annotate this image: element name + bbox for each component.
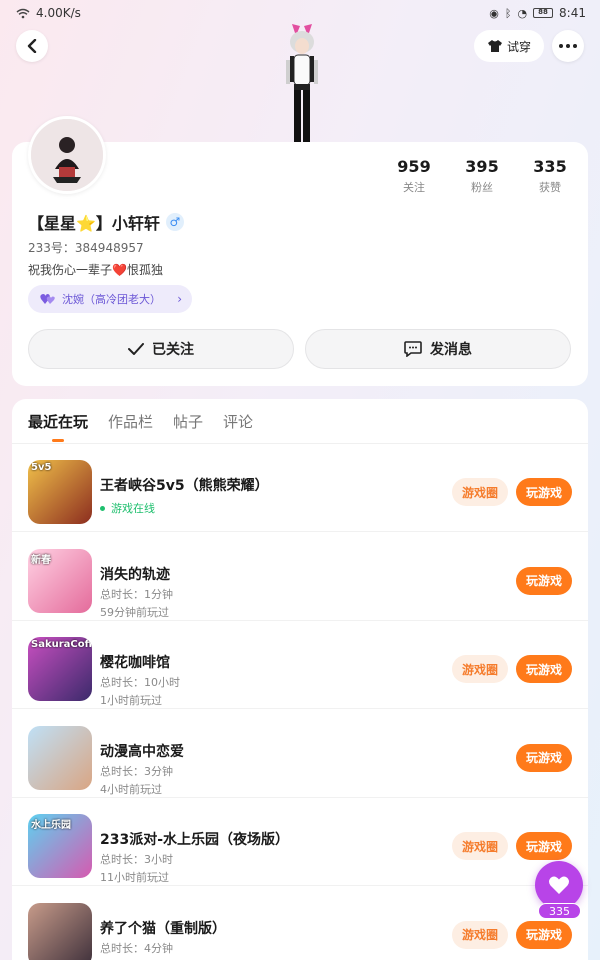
avatar[interactable] [28,116,106,194]
more-button[interactable] [552,30,584,62]
game-row[interactable]: 动漫高中恋爱 总时长：3分钟 4小时前玩过 玩游戏 [12,710,588,798]
play-game-button[interactable]: 玩游戏 [516,832,572,860]
game-row[interactable]: SakuraCoffee 樱花咖啡馆总时长：10小时 1小时前玩过 游戏圈玩游戏 [12,621,588,709]
likes-count: 335 [533,157,567,176]
tshirt-icon [487,40,502,52]
data-saver-icon: ◔ [517,6,528,20]
stat-fans[interactable]: 395 粉丝 [452,157,512,195]
back-button[interactable] [16,30,48,62]
game-name: 樱花咖啡馆 [100,655,170,671]
online-status-label: 游戏在线 [111,502,155,515]
game-row[interactable]: 5v5 王者峡谷5v5（熊熊荣耀） 游戏在线 游戏圈 玩游戏 [12,444,588,532]
game-circle-button[interactable]: 游戏圈 [452,478,508,506]
back-arrow-icon [27,39,37,53]
send-message-label: 发消息 [430,342,472,358]
game-row[interactable]: 新春消失的轨迹总时长：1分钟 59分钟前玩过 玩游戏 [12,533,588,621]
relationship-tag-label: 沈婉（高冷团老大） [62,293,161,306]
play-game-button[interactable]: 玩游戏 [516,920,572,949]
username-row: 【星星⭐】小轩轩 ♂ [28,210,184,234]
followed-button[interactable]: 已关注 [28,329,294,369]
online-status: 游戏在线 [100,500,155,516]
last-played: 1小时前玩过 [100,694,162,707]
game-icon-text: 水上乐园 [31,820,71,831]
checkmark-icon [128,343,144,355]
following-label: 关注 [403,181,425,194]
game-name: 养了个猫（重制版） [100,920,226,937]
network-speed: 4.00K/s [36,6,81,20]
relationship-tag[interactable]: 沈婉（高冷团老大） › [28,285,192,313]
game-icon-text: 新春 [31,554,51,566]
tab-comments[interactable]: 评论 [223,411,253,432]
play-game-button[interactable]: 玩游戏 [516,743,572,772]
game-circle-button[interactable]: 游戏圈 [452,655,508,683]
bio: 祝我伤心一辈子❤️恨孤独 [28,263,163,277]
followed-label: 已关注 [152,342,194,358]
stat-following[interactable]: 959 关注 [384,157,444,195]
double-heart-icon [40,294,55,304]
game-row[interactable]: 水上乐园 233派对-水上乐园（夜场版） 总时长：3小时 11小时前玩过 游戏圈 玩游戏 [12,798,588,886]
game-name: 233派对-水上乐园（夜场版） [100,832,290,848]
profile-tabs: 最近在玩 作品栏 帖子 评论 [28,411,253,432]
game-icon-image[interactable]: SakuraCoffee [28,637,92,701]
stat-likes[interactable]: 335 获赞 [520,157,580,195]
play-duration: 总时长：3小时 [100,853,173,866]
game-name: 消失的轨迹 [100,566,170,583]
game-name: 动漫高中恋爱 [100,743,184,760]
male-gender-icon: ♂ [165,213,184,231]
game-circle-button[interactable]: 游戏圈 [452,920,508,949]
tab-posts[interactable]: 帖子 [173,411,203,432]
game-icon-text: SakuraCoffee [31,639,92,650]
play-duration: 总时长：10小时 [100,676,180,689]
like-fab-button[interactable] [535,861,583,909]
avatar-image [31,119,103,191]
game-icon-image[interactable]: 新春 [28,548,92,613]
heart-icon [549,876,569,894]
bluetooth-icon: ᛒ [504,6,512,20]
last-played: 11小时前玩过 [100,871,169,884]
try-on-label: 试穿 [506,39,531,54]
try-on-button[interactable]: 试穿 [474,30,544,62]
play-duration: 总时长：3分钟 [100,764,173,778]
more-dots-icon [559,44,577,48]
game-icon-image[interactable]: 水上乐园 [28,814,92,878]
battery-icon: 88 [533,8,554,18]
game-name: 王者峡谷5v5（熊熊荣耀） [100,478,269,494]
send-message-button[interactable]: 发消息 [305,329,571,369]
play-game-button[interactable]: 玩游戏 [516,655,572,683]
play-game-button[interactable]: 玩游戏 [516,566,572,595]
fans-count: 395 [465,157,499,176]
play-duration: 总时长：1分钟 [100,587,173,601]
last-played: 59分钟前玩过 [100,605,169,619]
chevron-right-icon: › [177,292,182,306]
game-icon-text: 5v5 [31,462,52,473]
game-icon-image[interactable] [28,725,92,790]
tab-recently-played[interactable]: 最近在玩 [28,411,88,432]
game-row[interactable]: 养了个猫（重制版）总时长：4分钟12小时前玩过游戏圈玩游戏 [12,887,588,960]
tab-works[interactable]: 作品栏 [108,411,153,432]
likes-label: 获赞 [539,181,561,194]
online-dot-icon [100,505,105,511]
clock: 8:41 [559,6,586,20]
user-id: 233号：384948957 [28,241,144,255]
play-duration: 总时长：4分钟 [100,941,173,955]
like-count-badge: 335 [538,903,581,919]
character-avatar-image[interactable] [272,22,332,142]
following-count: 959 [397,157,431,176]
game-icon-image[interactable] [28,902,92,960]
game-icon-image[interactable]: 5v5 [28,460,92,524]
last-played: 4小时前玩过 [100,782,162,796]
chat-bubble-icon [404,341,422,357]
recent-games-card: 最近在玩 作品栏 帖子 评论 5v5 王者峡谷5v5（熊熊荣耀） 游戏在线 游戏圈 玩游… [12,399,588,960]
username: 【星星⭐】小轩轩 [28,214,160,233]
game-circle-button[interactable]: 游戏圈 [452,832,508,860]
eye-icon: ◉ [489,6,499,20]
active-tab-indicator [52,439,64,442]
play-game-button[interactable]: 玩游戏 [516,478,572,506]
wifi-icon [16,8,30,18]
fans-label: 粉丝 [471,181,493,194]
